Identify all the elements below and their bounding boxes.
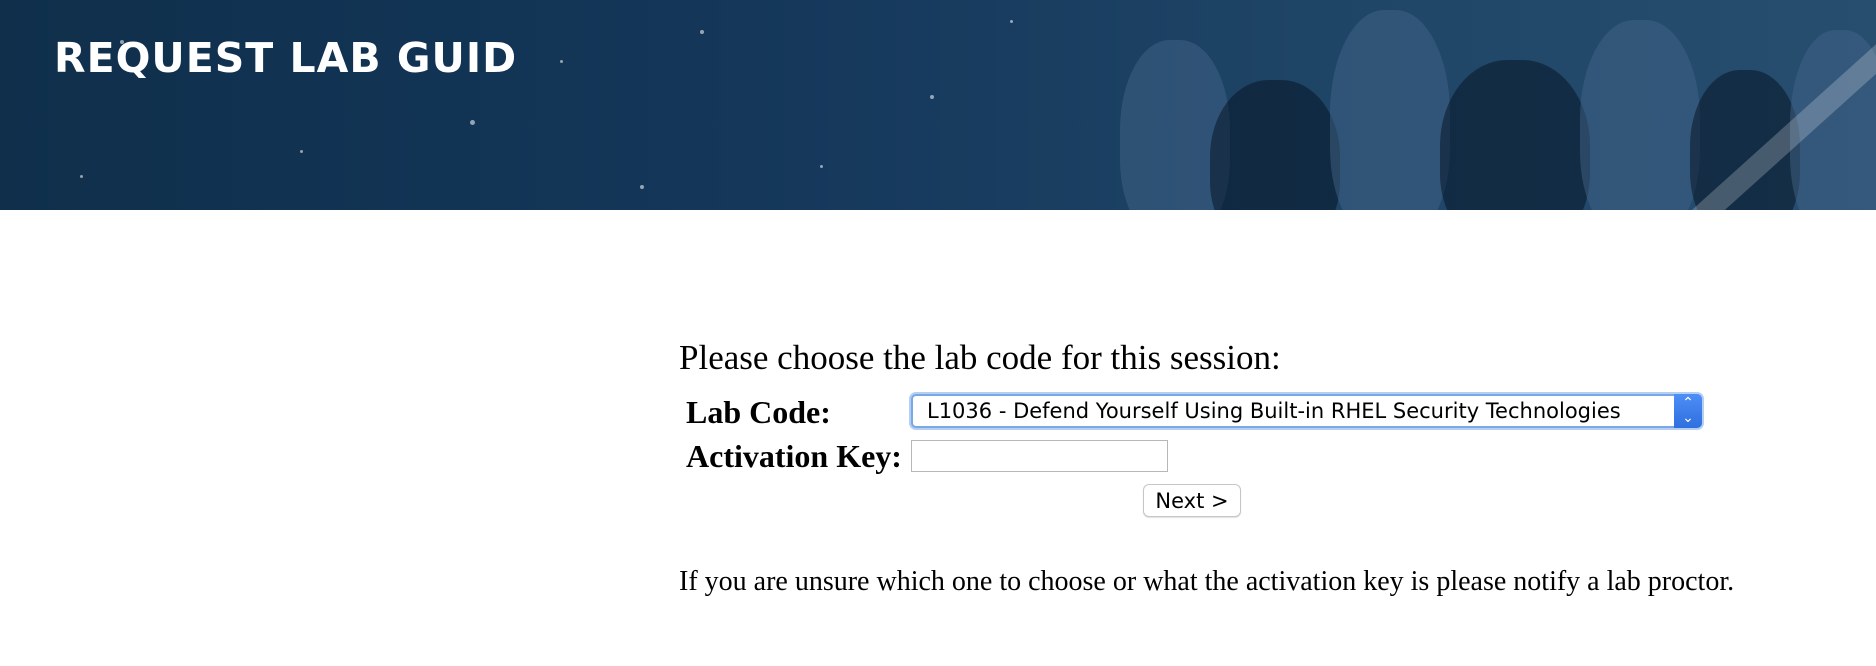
header-banner: REQUEST LAB GUID	[0, 0, 1876, 210]
up-down-chevron-icon: ⌃ ⌄	[1674, 394, 1702, 428]
form-prompt: Please choose the lab code for this sess…	[679, 338, 1281, 377]
next-button[interactable]: Next >	[1143, 484, 1241, 517]
activation-key-row: Activation Key:	[679, 438, 1739, 474]
lab-code-row: Lab Code: L1036 - Defend Yourself Using …	[679, 394, 1739, 430]
lab-code-selected-value: L1036 - Defend Yourself Using Built-in R…	[927, 399, 1621, 423]
lab-code-select[interactable]: L1036 - Defend Yourself Using Built-in R…	[911, 394, 1702, 428]
page-title: REQUEST LAB GUID	[54, 34, 518, 82]
activation-key-input[interactable]	[911, 440, 1168, 472]
lab-code-label: Lab Code:	[686, 394, 831, 430]
activation-key-label: Activation Key:	[686, 438, 902, 474]
help-note: If you are unsure which one to choose or…	[679, 566, 1735, 597]
lab-request-form: Please choose the lab code for this sess…	[679, 336, 1829, 597]
